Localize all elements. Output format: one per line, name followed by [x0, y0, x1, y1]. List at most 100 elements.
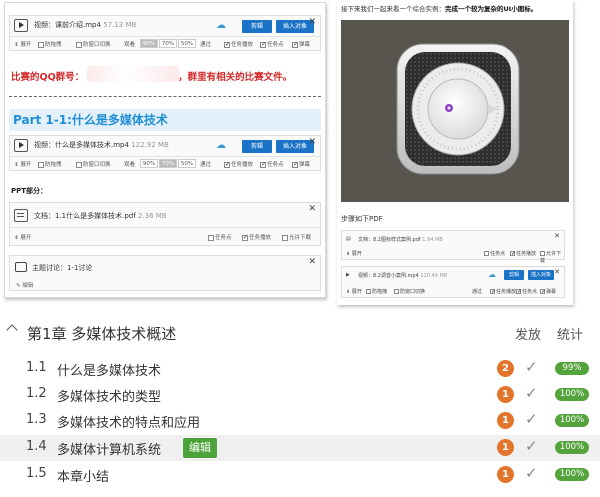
stats-column-header: 统计 [557, 328, 584, 343]
close-icon[interactable]: ✕ [554, 268, 560, 276]
section-title[interactable]: 什么是多媒体技术 [57, 360, 161, 379]
anti-switch-checkbox[interactable]: 防窗口切换 [76, 40, 111, 48]
clip-button[interactable]: 剪辑 [242, 140, 272, 153]
file-size: 2.36 MB [137, 212, 167, 220]
qq-group-note: 比赛的QQ群号： ，群里有相关的比赛文件。 [11, 72, 293, 83]
section-row[interactable]: 1.2 多媒体技术的类型 1 ✓ 100% [0, 382, 600, 408]
published-check-icon[interactable]: ✓ [525, 384, 538, 402]
section-row[interactable]: 1.1 什么是多媒体技术 2 ✓ 99% [0, 356, 600, 382]
count-badge[interactable]: 2 [497, 360, 514, 377]
cloud-icon[interactable]: ☁ [488, 270, 496, 279]
clip-button[interactable]: 剪辑 [504, 270, 524, 280]
video-options-bar: ⇟ 展开 防拖拽 防窗口切换 观看 90% 70% 50% 通过 任务播放 任务… [10, 36, 320, 50]
edit-button[interactable]: 编辑 [183, 438, 217, 458]
published-check-icon[interactable]: ✓ [525, 358, 538, 376]
count-badge[interactable]: 1 [497, 386, 514, 403]
close-icon[interactable]: ✕ [308, 257, 316, 267]
task-point-checkbox[interactable]: 任务点 [516, 288, 537, 295]
chat-icon [15, 262, 27, 272]
close-icon[interactable]: ✕ [554, 232, 560, 240]
left-screenshot-panel: 视频：课前介绍.mp4 57.13 MB ☁ 剪辑 插入对象 ✕ ⇟ 展开 防拖… [4, 2, 326, 298]
section-row[interactable]: 1.5 本章小结 1 ✓ 100% [0, 462, 600, 488]
popup-checkbox[interactable]: 弹幕 [292, 40, 310, 48]
close-icon[interactable]: ✕ [308, 204, 316, 214]
edit-link[interactable]: ✎ 编辑 [16, 281, 33, 289]
part-title: Part 1-1:什么是多媒体技术 [13, 113, 168, 127]
task-point-checkbox[interactable]: 任务点 [260, 160, 284, 168]
section-number: 1.1 [26, 360, 47, 375]
video-filename: 视频：课前介绍.mp4 [34, 21, 101, 29]
document-filename: 文档：8.2图标样式案例.pdf [358, 237, 421, 243]
section-title[interactable]: 多媒体计算机系统 [57, 439, 161, 458]
section-title[interactable]: 多媒体技术的特点和应用 [57, 412, 200, 431]
task-play-checkbox[interactable]: 任务播放 [224, 40, 253, 48]
expand-toggle[interactable]: ⇟ 展开 [346, 288, 362, 295]
task-point-checkbox[interactable]: 任务点 [260, 40, 284, 48]
video-filename: 视频：什么是多媒体技术.mp4 [34, 141, 129, 149]
pct-90-option[interactable]: 90% [140, 159, 158, 168]
anti-switch-checkbox[interactable]: 防窗口切换 [76, 160, 111, 168]
section-row-highlighted[interactable]: 1.4 多媒体计算机系统 编辑 1 ✓ 100% [0, 435, 600, 461]
close-icon[interactable]: ✕ [308, 137, 316, 147]
task-play-checkbox[interactable]: 任务播放 [224, 160, 253, 168]
published-check-icon[interactable]: ✓ [525, 437, 538, 455]
published-check-icon[interactable]: ✓ [525, 464, 538, 482]
file-size: 57.13 MB [103, 21, 137, 29]
task-play-checkbox[interactable]: 任务播放 [242, 233, 271, 241]
close-icon[interactable]: ✕ [308, 17, 316, 27]
count-badge[interactable]: 1 [497, 412, 514, 429]
popup-checkbox[interactable]: 弹幕 [540, 288, 556, 295]
expand-toggle[interactable]: ⇟ 展开 [14, 160, 31, 168]
section-title[interactable]: 本章小结 [57, 466, 109, 485]
pct-90-option[interactable]: 90% [140, 39, 158, 48]
anti-drag-checkbox[interactable]: 防拖拽 [366, 288, 387, 295]
task-point-checkbox[interactable]: 任务点 [484, 250, 505, 257]
count-badge[interactable]: 1 [497, 466, 514, 483]
divider [9, 96, 321, 97]
chapter-title[interactable]: 第1章 多媒体技术概述 [27, 323, 176, 344]
anti-drag-checkbox[interactable]: 防拖拽 [38, 40, 62, 48]
cloud-icon[interactable]: ☁ [216, 21, 229, 31]
video-file-icon: ▶ [346, 272, 350, 278]
count-badge[interactable]: 1 [497, 439, 514, 456]
steps-label: 步骤如下PDF [341, 215, 383, 223]
published-check-icon[interactable]: ✓ [525, 410, 538, 428]
completion-pill[interactable]: 100% [555, 388, 589, 401]
task-play-checkbox[interactable]: 任务播放 [490, 288, 516, 295]
cloud-icon[interactable]: ☁ [216, 141, 229, 151]
video-card-intro: 视频：课前介绍.mp4 57.13 MB ☁ 剪辑 插入对象 ✕ ⇟ 展开 防拖… [9, 15, 321, 51]
section-row[interactable]: 1.3 多媒体技术的特点和应用 1 ✓ 100% [0, 408, 600, 434]
completion-pill[interactable]: 100% [555, 468, 589, 481]
pct-50-option[interactable]: 50% [178, 159, 196, 168]
pct-50-option[interactable]: 50% [178, 39, 196, 48]
task-play-checkbox[interactable]: 任务播放 [510, 250, 536, 257]
allow-download-checkbox[interactable]: 允许下载 [282, 233, 311, 241]
right-document-card: ▤ 文档：8.2图标样式案例.pdf 1.94 MB ✕ ⇟ 展开 任务点 任务… [341, 230, 565, 264]
pct-70-option[interactable]: 70% [159, 159, 177, 168]
expand-toggle[interactable]: ⇟ 展开 [14, 233, 31, 241]
expand-toggle[interactable]: ⇟ 展开 [14, 40, 31, 48]
file-size: 110.44 MB [420, 273, 448, 279]
section-number: 1.3 [26, 412, 47, 427]
task-point-checkbox[interactable]: 任务点 [208, 233, 232, 241]
popup-checkbox[interactable]: 弹幕 [292, 160, 310, 168]
right-screenshot-panel: 接下来我们一起来看一个综合实例：完成一个较为复杂的UI小图标。 步骤如下PDF … [337, 0, 573, 305]
anti-switch-checkbox[interactable]: 防窗口切换 [394, 288, 425, 295]
completion-pill[interactable]: 100% [555, 414, 589, 427]
document-icon: ▤ [346, 236, 351, 242]
clip-button[interactable]: 剪辑 [242, 20, 272, 33]
pass-label: 通过 [200, 42, 212, 48]
file-size: 1.94 MB [422, 237, 443, 243]
completion-pill[interactable]: 99% [555, 362, 589, 375]
publish-column-header: 发放 [515, 328, 542, 343]
completion-pill[interactable]: 100% [555, 441, 589, 454]
section-number: 1.5 [26, 466, 47, 481]
chevron-up-icon[interactable] [6, 324, 18, 336]
section-title[interactable]: 多媒体技术的类型 [57, 386, 161, 405]
expand-toggle[interactable]: ⇟ 展开 [346, 250, 362, 257]
allow-download-checkbox[interactable]: 允许下载 [540, 250, 564, 264]
insert-object-button[interactable]: 插入对象 [528, 270, 554, 280]
pass-label: 通过 [200, 162, 212, 168]
pct-70-option[interactable]: 70% [159, 39, 177, 48]
anti-drag-checkbox[interactable]: 防拖拽 [38, 160, 62, 168]
